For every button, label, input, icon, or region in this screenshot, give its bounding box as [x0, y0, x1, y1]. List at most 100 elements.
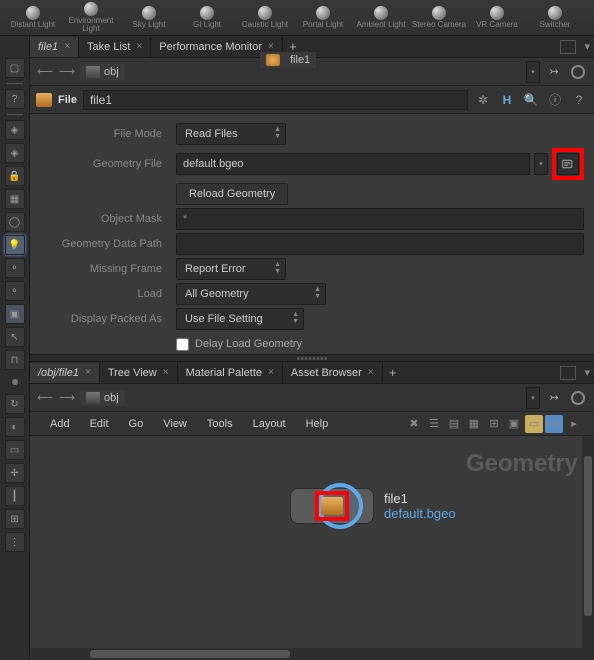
shelf-portal-light[interactable]: Portal Light: [294, 1, 352, 35]
small-grid-icon[interactable]: ⊞: [485, 415, 503, 433]
tool-view1[interactable]: ◈: [5, 120, 25, 140]
h-badge-icon[interactable]: H: [498, 91, 516, 109]
pin-jump-icon[interactable]: ↣: [544, 63, 564, 81]
tab-network[interactable]: /obj/file1×: [30, 363, 100, 383]
tool-more[interactable]: ⋮: [5, 532, 25, 552]
file-mode-dropdown[interactable]: Read Files▲▼: [176, 123, 286, 145]
reload-geometry-button[interactable]: Reload Geometry: [176, 183, 288, 205]
pane-splitter[interactable]: [30, 354, 594, 362]
large-grid-icon[interactable]: ▣: [505, 415, 523, 433]
shelf-caustic-light[interactable]: Caustic Light: [236, 1, 294, 35]
lower-pane-maximize-icon[interactable]: [560, 366, 576, 380]
path-history-dropdown[interactable]: ▾: [526, 61, 540, 83]
tree-list-icon[interactable]: ☰: [425, 415, 443, 433]
lower-pin-jump-icon[interactable]: ↣: [544, 389, 564, 407]
tool-adjust[interactable]: ▭: [5, 440, 25, 460]
lower-path-obj[interactable]: obj: [80, 390, 125, 406]
tool-bulb2[interactable]: ⚬: [5, 258, 25, 278]
shelf-sky-light[interactable]: Sky Light: [120, 1, 178, 35]
load-dropdown[interactable]: All Geometry▲▼: [176, 283, 326, 305]
lower-path-history-dropdown[interactable]: ▾: [526, 387, 540, 409]
network-canvas[interactable]: Geometry file1 default.bgeo: [30, 436, 594, 660]
menu-help[interactable]: Help: [296, 412, 339, 436]
menu-view[interactable]: View: [153, 412, 197, 436]
pane-maximize-icon[interactable]: [560, 40, 576, 54]
tool-help[interactable]: ?: [5, 89, 25, 109]
node-header: File ✲ H 🔍 ⓘ ?: [30, 86, 594, 114]
tab-file1[interactable]: file1×: [30, 37, 79, 57]
file-browser-button[interactable]: [557, 153, 579, 175]
tool-refresh[interactable]: ↻: [5, 394, 25, 414]
shelf-vr-camera[interactable]: VR Camera: [468, 1, 526, 35]
shelf-switcher[interactable]: Switcher: [526, 1, 584, 35]
geometry-file-history-dropdown[interactable]: ▾: [534, 153, 548, 175]
geometry-file-input[interactable]: [176, 153, 530, 175]
canvas-scrollbar-vertical[interactable]: [582, 436, 594, 660]
tab-material-palette[interactable]: Material Palette×: [178, 363, 283, 383]
shelf-environment-light[interactable]: Environment Light: [62, 1, 120, 35]
lower-pin-ring-icon[interactable]: [568, 389, 588, 407]
missing-frame-dropdown[interactable]: Report Error▲▼: [176, 258, 286, 280]
tool-lock[interactable]: 🔒: [5, 166, 25, 186]
nav-back-icon[interactable]: ⟵: [36, 63, 54, 81]
shelf-gi-light[interactable]: GI Light: [178, 1, 236, 35]
menu-go[interactable]: Go: [119, 412, 154, 436]
pane-menu-icon[interactable]: ▾: [580, 40, 594, 53]
sticky-note-icon[interactable]: ▭: [525, 415, 543, 433]
netbox-icon[interactable]: ▭: [545, 415, 563, 433]
tool-camera[interactable]: ▣: [5, 304, 25, 324]
lower-nav-forward-icon[interactable]: ⟶: [58, 389, 76, 407]
tool-view2[interactable]: ◈: [5, 143, 25, 163]
tool-xform[interactable]: ✢: [5, 463, 25, 483]
tool-pick[interactable]: ↖: [5, 327, 25, 347]
tool-measure[interactable]: ┃: [5, 486, 25, 506]
info-icon[interactable]: ⓘ: [546, 91, 564, 109]
pin-ring-icon[interactable]: [568, 63, 588, 81]
tool-shade[interactable]: ◐: [5, 417, 25, 437]
path-obj[interactable]: obj: [80, 64, 125, 80]
display-packed-as-label: Display Packed As: [40, 313, 170, 325]
menu-edit[interactable]: Edit: [80, 412, 119, 436]
shelf-stereo-camera[interactable]: Stereo Camera: [410, 1, 468, 35]
search-icon[interactable]: 🔍: [522, 91, 540, 109]
lower-nav-back-icon[interactable]: ⟵: [36, 389, 54, 407]
tab-tree-view[interactable]: Tree View×: [100, 363, 178, 383]
grid-icon[interactable]: ▦: [465, 415, 483, 433]
tool-bbox[interactable]: ⊞: [5, 509, 25, 529]
file-node-icon: [36, 93, 52, 107]
menu-tools[interactable]: Tools: [197, 412, 243, 436]
tab-take-list[interactable]: Take List×: [79, 37, 151, 57]
lower-tab-add[interactable]: +: [383, 365, 403, 380]
tool-sphere[interactable]: ◯: [5, 212, 25, 232]
shelf-ambient-light[interactable]: Ambient Light: [352, 1, 410, 35]
wrench-icon[interactable]: ✖: [405, 415, 423, 433]
lower-pane-menu-icon[interactable]: ▾: [580, 366, 594, 379]
object-mask-input[interactable]: [176, 208, 584, 230]
geometry-data-path-input[interactable]: [176, 233, 584, 255]
shelf-distant-light[interactable]: Distant Light: [4, 1, 62, 35]
tab-asset-browser[interactable]: Asset Browser×: [283, 363, 383, 383]
nav-forward-icon[interactable]: ⟶: [58, 63, 76, 81]
display-packed-as-dropdown[interactable]: Use File Setting▲▼: [176, 308, 304, 330]
load-label: Load: [40, 288, 170, 300]
tool-lightbulb[interactable]: 💡: [5, 235, 25, 255]
tool-square[interactable]: ▢: [5, 58, 25, 78]
canvas-scrollbar-horizontal[interactable]: [30, 648, 582, 660]
lower-path-file1[interactable]: file1: [260, 52, 316, 68]
delay-load-checkbox[interactable]: Delay Load Geometry: [176, 338, 302, 351]
menu-add[interactable]: Add: [40, 412, 80, 436]
node-body[interactable]: [290, 488, 374, 524]
menu-layout[interactable]: Layout: [243, 412, 296, 436]
node-filename-label: default.bgeo: [384, 506, 456, 521]
missing-frame-label: Missing Frame: [40, 263, 170, 275]
tool-grid[interactable]: ▦: [5, 189, 25, 209]
tool-magnet[interactable]: ⊓: [5, 350, 25, 370]
node-name-input[interactable]: [83, 90, 468, 110]
node-file1[interactable]: file1 default.bgeo: [290, 488, 456, 524]
help-icon[interactable]: ?: [570, 91, 588, 109]
gear-icon[interactable]: ✲: [474, 91, 492, 109]
expand-icon[interactable]: ▸: [565, 415, 583, 433]
left-toolbar: ▢ ? ◈ ◈ 🔒 ▦ ◯ 💡 ⚬ ⚬ ▣ ↖ ⊓ ↻ ◐ ▭ ✢ ┃ ⊞ ⋮: [0, 36, 30, 660]
tool-bulb3[interactable]: ⚬: [5, 281, 25, 301]
list-icon[interactable]: ▤: [445, 415, 463, 433]
